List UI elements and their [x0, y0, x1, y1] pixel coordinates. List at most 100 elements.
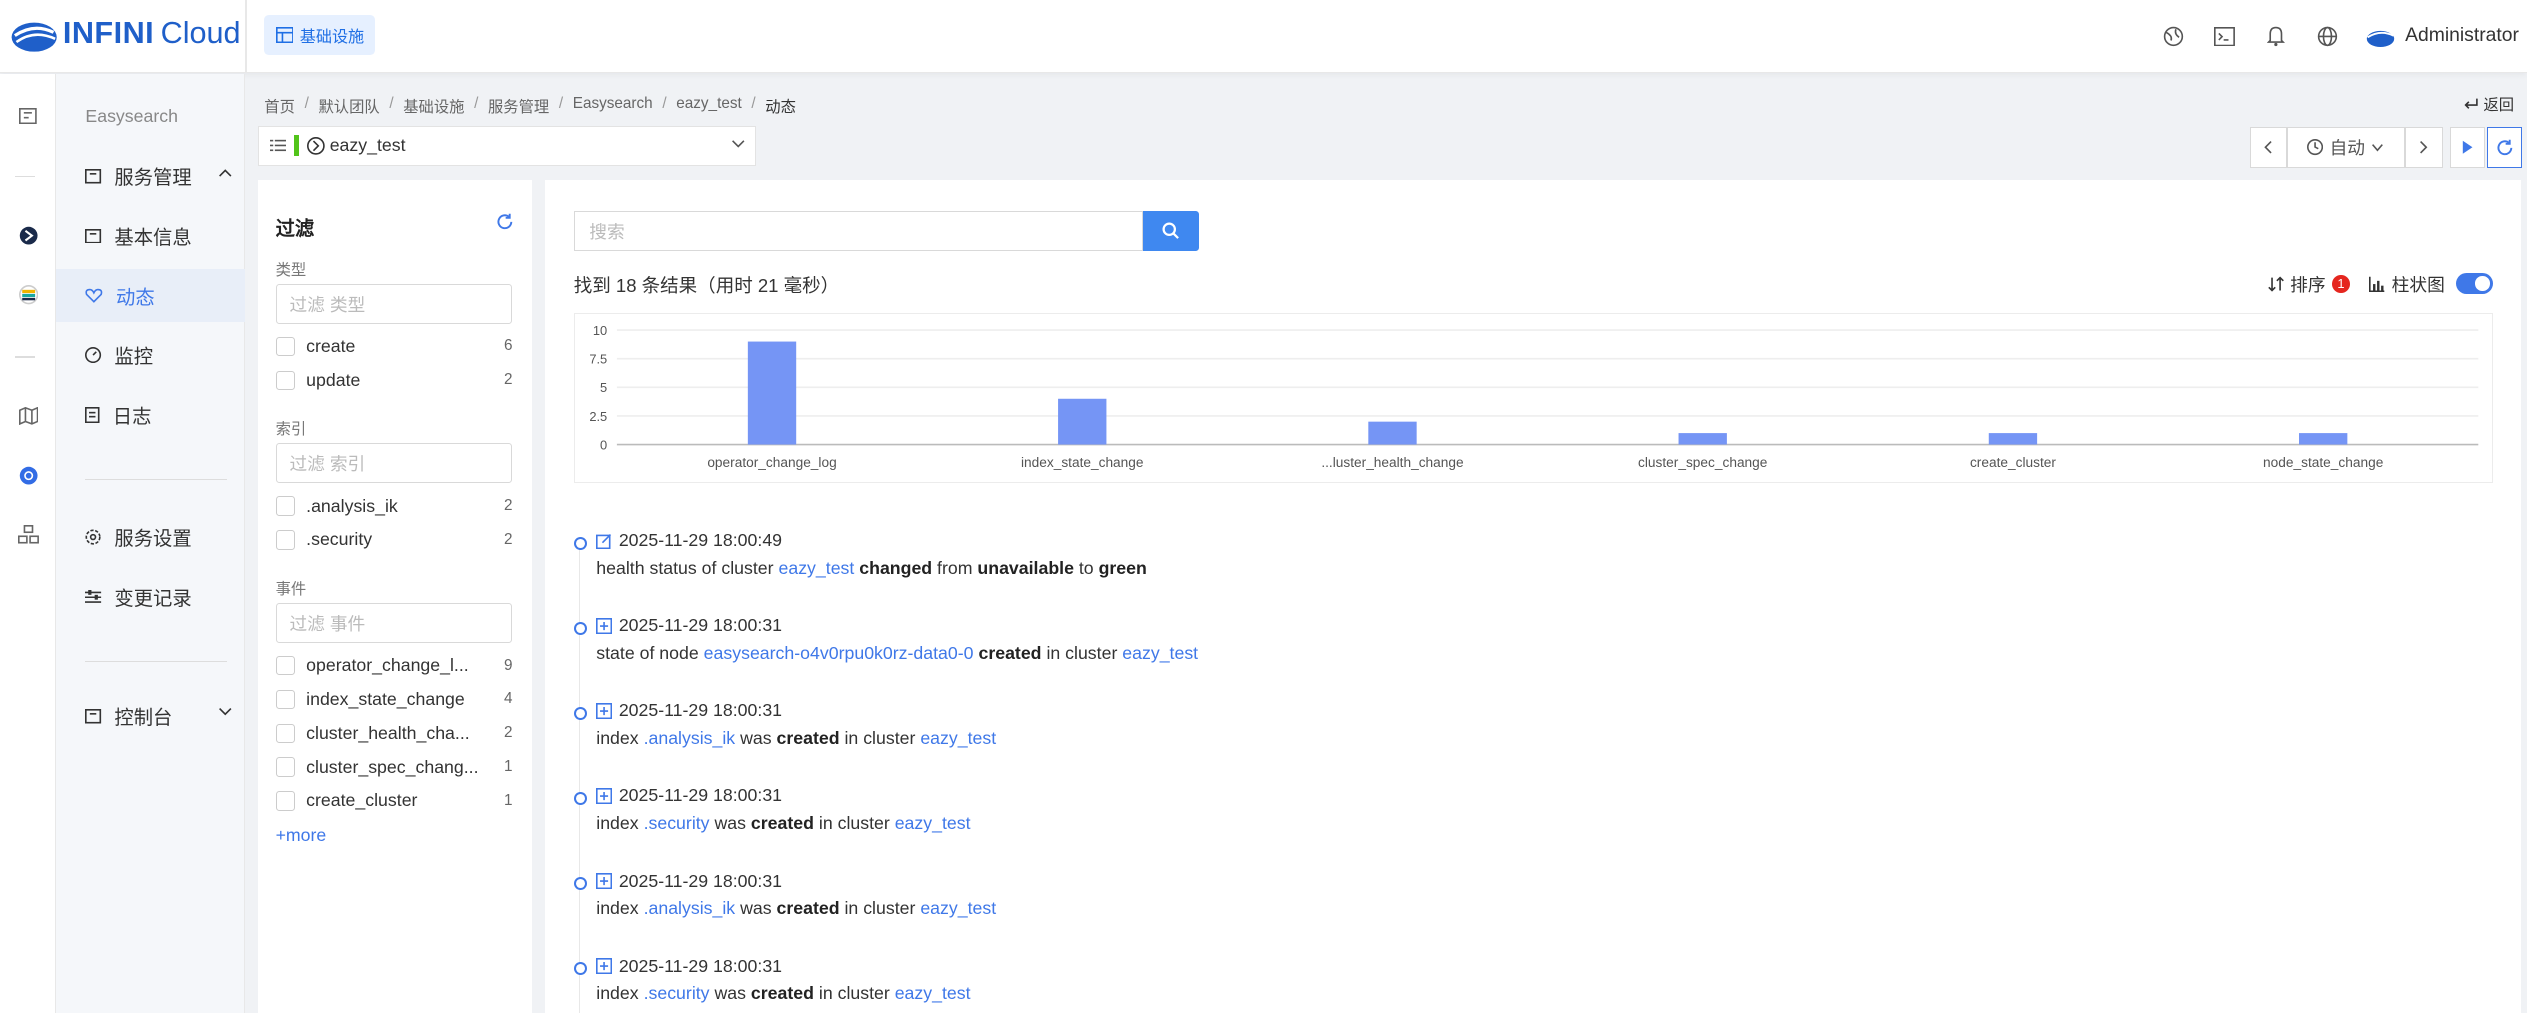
terminal-button[interactable]: [2199, 0, 2251, 73]
rail-map[interactable]: [0, 395, 56, 437]
option-label: create: [306, 335, 356, 356]
entity-link[interactable]: .analysis_ik: [644, 728, 736, 748]
menu-console[interactable]: 控制台: [56, 690, 245, 743]
type-option[interactable]: create 6: [275, 332, 512, 361]
index-option[interactable]: .analysis_ik 2: [275, 492, 512, 521]
entity-link[interactable]: eazy_test: [920, 728, 996, 748]
entity-link[interactable]: .security: [644, 983, 710, 1003]
rail-easysearch[interactable]: [0, 214, 56, 256]
checkbox[interactable]: [275, 496, 295, 516]
event-option[interactable]: cluster_health_cha... 2: [275, 719, 512, 748]
menu-label: 控制台: [114, 708, 173, 730]
time-prev-button[interactable]: [2249, 127, 2287, 168]
entity-link[interactable]: eazy_test: [920, 898, 996, 918]
cluster-group-icon: [17, 525, 39, 544]
index-filter-input[interactable]: 过滤 索引: [275, 443, 513, 484]
checkbox[interactable]: [275, 530, 295, 550]
event-option[interactable]: cluster_spec_chang... 1: [275, 753, 512, 782]
timestamp: 2025-11-29 18:00:49: [618, 530, 783, 551]
message-text: to: [1073, 557, 1099, 578]
entity-link[interactable]: eazy_test: [895, 983, 971, 1003]
menu-logs[interactable]: 日志: [56, 388, 245, 441]
menu-monitor[interactable]: 监控: [56, 329, 245, 382]
reset-filter-icon[interactable]: [496, 213, 514, 231]
timeline-dot: [573, 962, 587, 975]
time-next-button[interactable]: [2404, 127, 2444, 168]
entity-link[interactable]: eazy_test: [1122, 643, 1198, 663]
entity-link[interactable]: eazy_test: [895, 813, 971, 833]
breadcrumb-infra[interactable]: 基础设施: [403, 95, 464, 117]
menu-change-log[interactable]: 变更记录: [56, 570, 245, 623]
cluster-select[interactable]: eazy_test: [257, 125, 756, 166]
breadcrumb-cluster[interactable]: eazy_test: [676, 95, 741, 117]
checkbox[interactable]: [275, 336, 295, 357]
menu-service-settings[interactable]: 服务设置: [56, 511, 245, 564]
globe-settings-button[interactable]: [2147, 0, 2199, 73]
type-section-label: 类型: [275, 261, 307, 279]
menu-basic-info[interactable]: 基本信息: [56, 209, 245, 262]
rail-divider: [14, 356, 36, 358]
menu-service-management[interactable]: 服务管理: [56, 150, 245, 203]
logo[interactable]: INFINI Cloud: [10, 13, 241, 55]
checkbox[interactable]: [275, 370, 295, 390]
event-filter-input[interactable]: 过滤 事件: [275, 602, 513, 643]
option-count: 2: [503, 530, 513, 548]
x-tick-label: create_cluster: [1970, 455, 2056, 470]
event-keyword: created: [776, 897, 840, 918]
entity-link[interactable]: .analysis_ik: [644, 898, 736, 918]
checkbox[interactable]: [275, 757, 295, 777]
breadcrumb-current: 动态: [765, 99, 796, 117]
cloud-logo-icon: [11, 22, 57, 52]
type-option[interactable]: update 2: [275, 366, 512, 395]
results-summary: 找到 18 条结果（用时 21 毫秒）: [573, 275, 840, 297]
rail-dashboard[interactable]: [0, 95, 56, 137]
option-label: index_state_change: [306, 688, 465, 709]
search-button[interactable]: [1142, 211, 1199, 252]
checkbox[interactable]: [275, 723, 295, 743]
breadcrumb-services[interactable]: 服务管理: [488, 95, 549, 117]
sort-label[interactable]: 排序: [2290, 271, 2325, 297]
rail-elasticsearch[interactable]: [0, 274, 56, 316]
index-option[interactable]: .security 2: [275, 525, 513, 554]
user-menu[interactable]: Administrator: [2354, 25, 2527, 47]
event-message: health status of cluster eazy_test chang…: [596, 558, 1147, 579]
notifications-button[interactable]: [2250, 0, 2302, 73]
search-input[interactable]: 搜索: [573, 211, 1143, 252]
checkbox[interactable]: [275, 655, 295, 676]
breadcrumb-easysearch[interactable]: Easysearch: [573, 95, 653, 117]
event-option[interactable]: operator_change_l... 9: [275, 651, 512, 680]
checkbox[interactable]: [275, 689, 295, 710]
language-button[interactable]: [2302, 0, 2354, 73]
plus-icon: +: [275, 825, 286, 846]
checkbox[interactable]: [275, 791, 295, 811]
rail-kubernetes[interactable]: [0, 454, 56, 496]
refresh-button[interactable]: [2486, 127, 2523, 168]
easysearch-icon: [19, 226, 38, 245]
plus-square-icon: [596, 617, 613, 634]
x-tick-label: index_state_change: [1021, 455, 1144, 470]
menu-activity[interactable]: 动态: [56, 269, 245, 323]
dashboard-icon: [19, 107, 38, 125]
dashboard-gauge-icon: [85, 347, 102, 364]
entity-link[interactable]: easysearch-o4v0rpu0k0rz-data0-0: [704, 643, 974, 663]
back-button[interactable]: 返回: [2464, 93, 2514, 115]
refresh-mode-select[interactable]: 自动: [2286, 127, 2405, 168]
y-tick-label: 0: [600, 437, 607, 452]
event-option[interactable]: create_cluster 1: [275, 786, 512, 815]
play-button[interactable]: [2449, 127, 2486, 168]
rail-cluster-group[interactable]: [0, 514, 56, 556]
event-time: 2025-11-29 18:00:31: [596, 871, 782, 892]
more-filters-link[interactable]: +more: [276, 825, 327, 846]
event-option[interactable]: index_state_change 4: [275, 685, 512, 714]
bar: [1057, 398, 1107, 445]
type-filter-input[interactable]: 过滤 类型: [275, 283, 513, 324]
plus-square-icon: [596, 787, 613, 805]
chart-toggle-switch[interactable]: [2456, 273, 2494, 295]
entity-link[interactable]: eazy_test: [778, 558, 854, 578]
breadcrumb-team[interactable]: 默认团队: [318, 95, 379, 117]
breadcrumb-home[interactable]: 首页: [264, 95, 295, 117]
message-text: index: [596, 897, 644, 918]
infrastructure-button[interactable]: 基础设施: [264, 14, 376, 55]
entity-link[interactable]: .security: [644, 813, 710, 833]
sort-icon[interactable]: [2267, 276, 2284, 292]
